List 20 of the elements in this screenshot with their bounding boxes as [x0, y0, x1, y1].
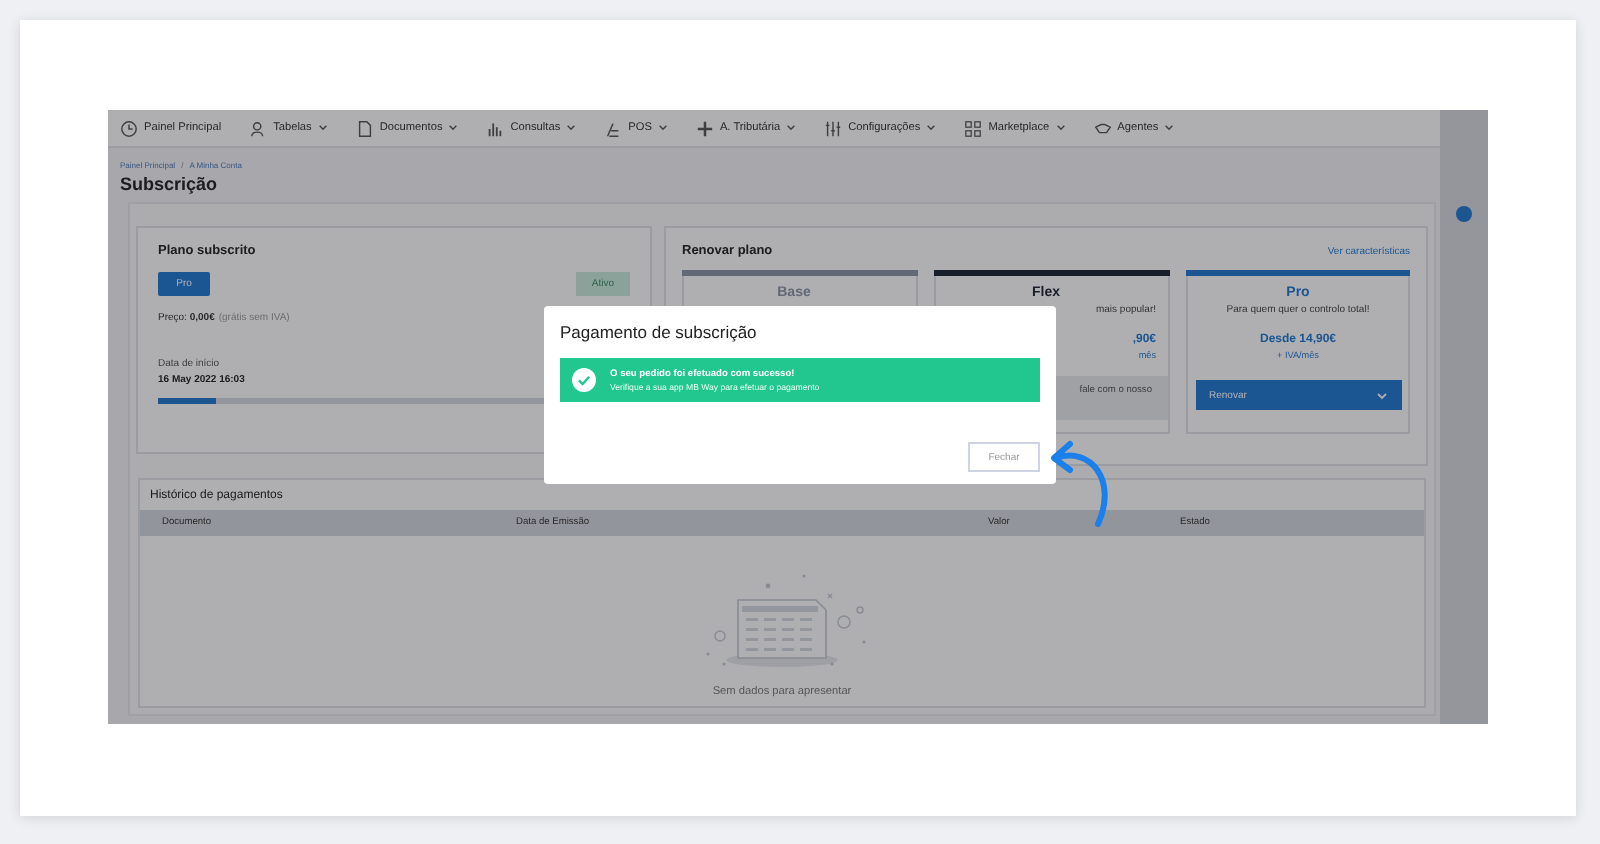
- rail-dot-icon[interactable]: [1456, 206, 1472, 222]
- page-title: Subscrição: [120, 174, 220, 194]
- plus-icon: [695, 119, 714, 137]
- chart-icon: [486, 119, 505, 137]
- chevron-down-icon: [448, 124, 459, 132]
- chevron-down-icon: [926, 124, 937, 132]
- grid-icon: [964, 119, 983, 137]
- chevron-down-icon: [1375, 391, 1387, 399]
- person-icon: [249, 119, 268, 137]
- document-icon: [355, 119, 374, 137]
- chevron-down-icon: [1055, 124, 1066, 132]
- chevron-down-icon: [1164, 124, 1175, 132]
- chevron-down-icon: [786, 124, 797, 132]
- chevron-down-icon: [317, 124, 328, 132]
- sliders-icon: [824, 119, 843, 137]
- chevron-down-icon: [566, 124, 577, 132]
- chevron-down-icon: [657, 124, 668, 132]
- clock-icon: [120, 119, 138, 137]
- modal-title: Pagamento de subscrição: [560, 322, 759, 342]
- check-circle-icon: [572, 368, 596, 392]
